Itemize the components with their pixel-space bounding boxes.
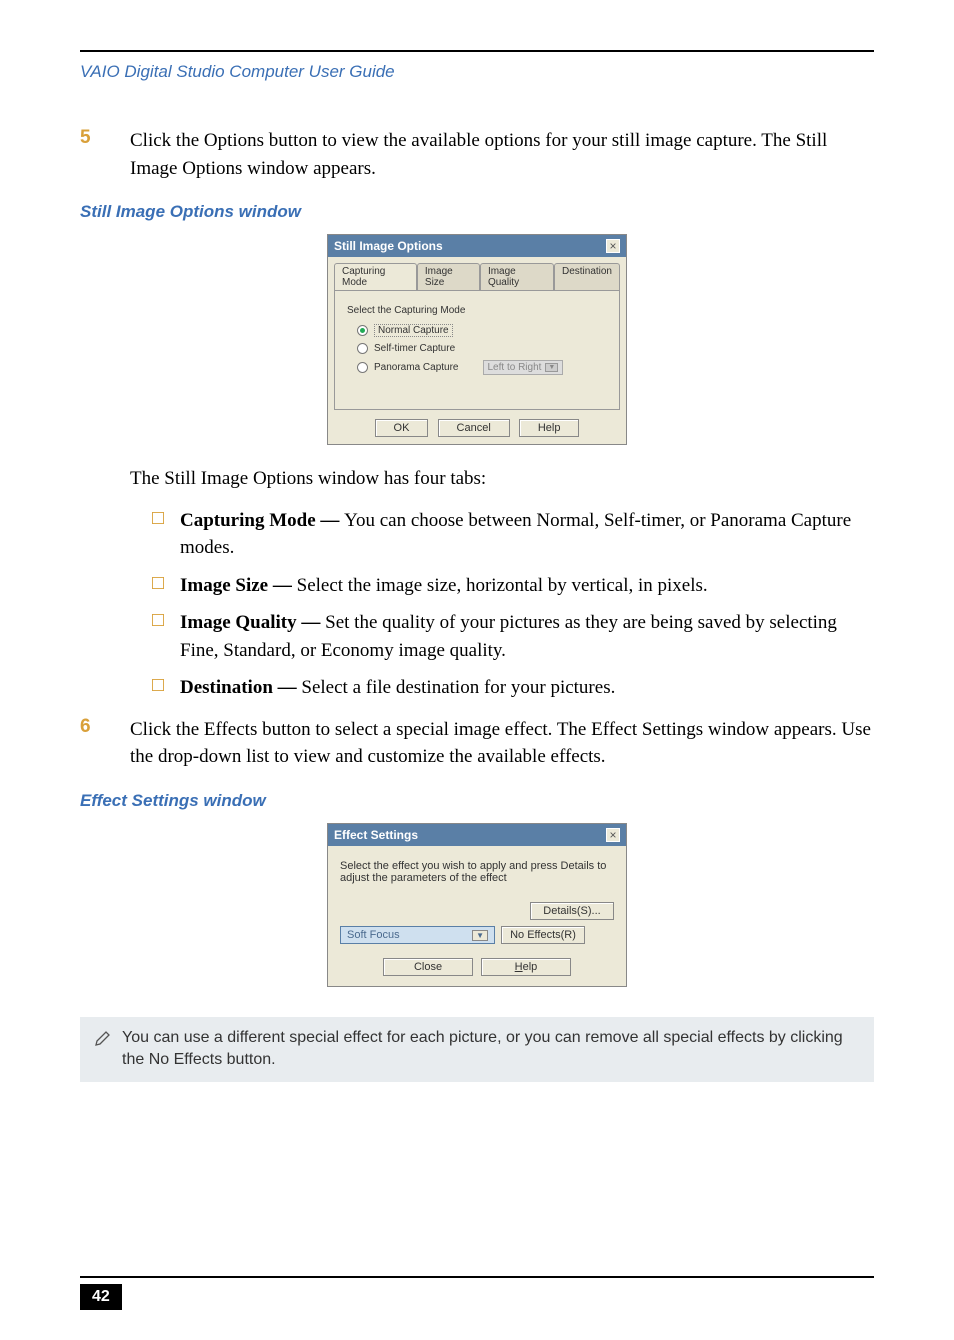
cancel-button[interactable]: Cancel [438, 419, 510, 437]
radio-normal-capture[interactable]: Normal Capture [357, 324, 607, 337]
bullet-destination: Destination — Select a file destination … [180, 674, 874, 702]
details-button[interactable]: Details(S)... [530, 902, 614, 920]
note-pencil-icon [94, 1027, 114, 1072]
help-button[interactable]: Help [519, 419, 580, 437]
radio-label: Self-timer Capture [374, 343, 455, 354]
close-icon[interactable]: × [606, 239, 620, 253]
page-number: 42 [80, 1284, 122, 1310]
radio-icon [357, 343, 368, 354]
tab-destination[interactable]: Destination [554, 263, 620, 290]
tab-image-quality[interactable]: Image Quality [480, 263, 554, 290]
radio-icon [357, 325, 368, 336]
help-button[interactable]: Help [481, 958, 571, 976]
paragraph-four-tabs: The Still Image Options window has four … [130, 465, 874, 493]
note-box: You can use a different special effect f… [80, 1017, 874, 1082]
tab-image-size[interactable]: Image Size [417, 263, 480, 290]
step-number-6: 6 [80, 716, 130, 771]
ok-button[interactable]: OK [375, 419, 429, 437]
effect-select[interactable]: Soft Focus▼ [340, 926, 495, 944]
bullet-icon [152, 511, 164, 562]
radio-self-timer-capture[interactable]: Self-timer Capture [357, 343, 607, 354]
dialog-title: Still Image Options [334, 239, 443, 253]
effect-settings-dialog: Effect Settings × Select the effect you … [327, 823, 627, 987]
bullet-image-size: Image Size — Select the image size, hori… [180, 572, 874, 600]
page-header: VAIO Digital Studio Computer User Guide [80, 62, 874, 82]
bullet-icon [152, 678, 164, 702]
radio-icon [357, 362, 368, 373]
effect-instruction-text: Select the effect you wish to apply and … [340, 860, 614, 884]
bullet-image-quality: Image Quality — Set the quality of your … [180, 609, 874, 664]
close-button[interactable]: Close [383, 958, 473, 976]
note-text: You can use a different special effect f… [122, 1027, 860, 1072]
radio-label: Panorama Capture [374, 362, 459, 373]
step-5-text: Click the Options button to view the ava… [130, 127, 874, 182]
caption-still-image-options: Still Image Options window [80, 202, 874, 222]
still-image-options-dialog: Still Image Options × Capturing Mode Ima… [327, 234, 627, 445]
panel-label: Select the Capturing Mode [347, 305, 607, 316]
step-6-text: Click the Effects button to select a spe… [130, 716, 874, 771]
bullet-capturing-mode: Capturing Mode — You can choose between … [180, 507, 874, 562]
chevron-down-icon: ▼ [472, 930, 488, 941]
tab-capturing-mode[interactable]: Capturing Mode [334, 263, 417, 290]
step-number-5: 5 [80, 127, 130, 182]
radio-label: Normal Capture [374, 324, 453, 337]
close-icon[interactable]: × [606, 828, 620, 842]
panorama-direction-select: Left to Right▼ [483, 360, 564, 375]
bullet-icon [152, 576, 164, 600]
no-effects-button[interactable]: No Effects(R) [501, 926, 585, 944]
dialog-title: Effect Settings [334, 828, 418, 842]
caption-effect-settings: Effect Settings window [80, 791, 874, 811]
bullet-icon [152, 613, 164, 664]
radio-panorama-capture[interactable]: Panorama Capture Left to Right▼ [357, 360, 607, 375]
